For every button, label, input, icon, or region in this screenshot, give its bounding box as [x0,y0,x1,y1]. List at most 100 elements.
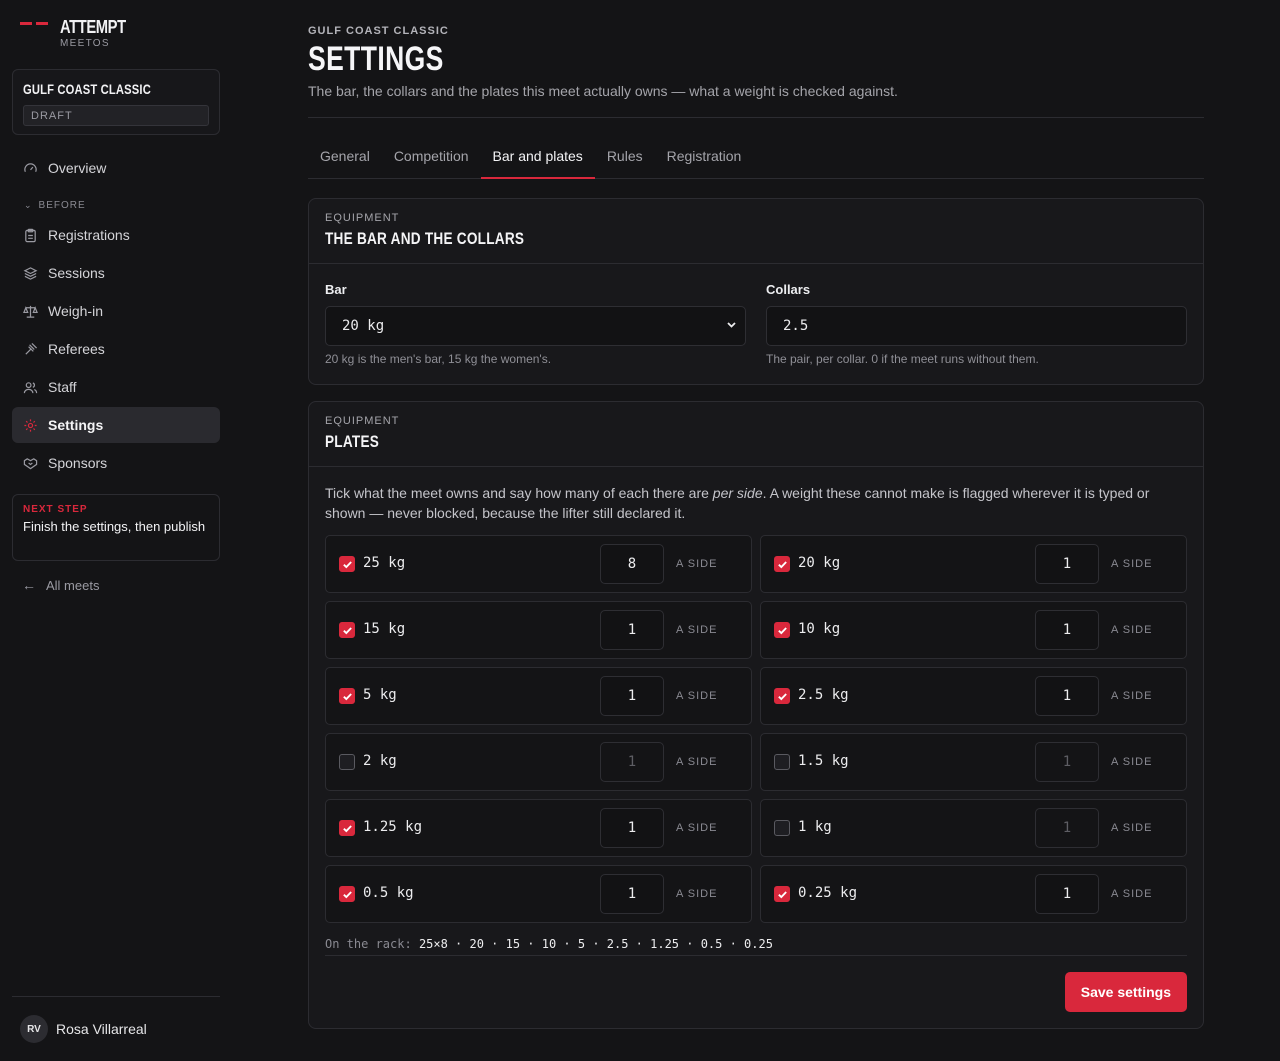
gear-icon [22,417,38,433]
per-side-label: A SIDE [1111,888,1153,900]
plate-checkbox[interactable] [774,820,790,836]
plates-intro: Tick what the meet owns and say how many… [325,483,1185,523]
plate-label: 10 kg [798,621,841,637]
divider [325,955,1187,956]
avatar: RV [20,1015,48,1043]
sidebar-item-label: Referees [48,341,105,357]
plate-quantity-input[interactable]: 1 [1035,808,1099,848]
plate-quantity-input[interactable]: 1 [1035,544,1099,584]
bar-collars-card: EQUIPMENT THE BAR AND THE COLLARS Bar 20… [308,198,1204,385]
brand-logo-mark [20,22,50,25]
plate-checkbox[interactable] [774,886,790,902]
plate-checkbox[interactable] [774,622,790,638]
collars-input[interactable]: 2.5 [766,306,1187,346]
plate-checkbox[interactable] [774,688,790,704]
intro-text: Tick what the meet owns and say how many… [325,485,713,501]
per-side-label: A SIDE [676,822,718,834]
plate-quantity-input[interactable]: 1 [600,742,664,782]
on-the-rack: On the rack: 25×8 · 20 · 15 · 10 · 5 · 2… [325,937,773,951]
plate-label: 1.5 kg [798,753,849,769]
plate-quantity-input[interactable]: 8 [600,544,664,584]
plate-quantity-input[interactable]: 1 [1035,610,1099,650]
gavel-icon [22,341,38,357]
arrow-left-icon: ← [22,577,36,593]
sidebar-item-sponsors[interactable]: Sponsors [12,445,220,481]
users-icon [22,379,38,395]
plate-checkbox[interactable] [339,688,355,704]
plate-label: 1 kg [798,819,832,835]
brand-name: ATTEMPT [60,17,126,37]
divider [12,996,220,997]
tab-registration[interactable]: Registration [655,138,754,178]
plate-label: 5 kg [363,687,397,703]
plate-row: 2 kg 1 A SIDE [325,733,752,791]
plate-checkbox[interactable] [339,886,355,902]
plate-quantity-input[interactable]: 1 [1035,742,1099,782]
settings-tabs: General Competition Bar and plates Rules… [308,138,1204,179]
per-side-label: A SIDE [1111,756,1153,768]
plate-label: 1.25 kg [363,819,423,835]
breadcrumb: GULF COAST CLASSIC [308,25,449,37]
per-side-label: A SIDE [1111,822,1153,834]
divider [308,117,1204,118]
card-title: PLATES [325,432,380,451]
tab-competition[interactable]: Competition [382,138,481,178]
plate-quantity-input[interactable]: 1 [1035,874,1099,914]
per-side-label: A SIDE [676,624,718,636]
plate-checkbox[interactable] [774,556,790,572]
page-title: SETTINGS [308,40,444,78]
plate-quantity-input[interactable]: 1 [600,808,664,848]
tab-rules[interactable]: Rules [595,138,655,178]
plate-quantity-input[interactable]: 1 [600,610,664,650]
card-title: THE BAR AND THE COLLARS [325,229,525,248]
per-side-label: A SIDE [676,888,718,900]
per-side-label: A SIDE [676,756,718,768]
sidebar-item-registrations[interactable]: Registrations [12,217,220,253]
plate-quantity-input[interactable]: 1 [600,676,664,716]
sidebar-item-staff[interactable]: Staff [12,369,220,405]
user-name: Rosa Villarreal [56,1021,147,1037]
plate-checkbox[interactable] [774,754,790,770]
sidebar: ATTEMPT MEETOS GULF COAST CLASSIC DRAFT … [0,0,232,1061]
save-settings-button[interactable]: Save settings [1064,972,1187,1012]
card-eyebrow: EQUIPMENT [325,415,400,427]
scale-icon [22,303,38,319]
nav-section-before[interactable]: ⌄ BEFORE [24,200,86,211]
plate-checkbox[interactable] [339,754,355,770]
plate-checkbox[interactable] [339,556,355,572]
intro-emphasis: per side [712,485,763,501]
sidebar-item-sessions[interactable]: Sessions [12,255,220,291]
plate-checkbox[interactable] [339,622,355,638]
bar-label: Bar [325,282,347,297]
plate-row: 1 kg 1 A SIDE [760,799,1187,857]
user-menu[interactable]: RV Rosa Villarreal [20,1015,147,1043]
collars-input-value: 2.5 [783,318,809,334]
bar-select[interactable]: 20 kg [325,306,746,346]
all-meets-link[interactable]: ← All meets [22,577,99,593]
chevron-down-icon [726,319,737,333]
sidebar-item-weigh-in[interactable]: Weigh-in [12,293,220,329]
plate-label: 0.5 kg [363,885,414,901]
plate-row: 20 kg 1 A SIDE [760,535,1187,593]
meet-name: GULF COAST CLASSIC [23,81,151,97]
plate-row: 10 kg 1 A SIDE [760,601,1187,659]
plate-row: 2.5 kg 1 A SIDE [760,667,1187,725]
plate-row: 1.25 kg 1 A SIDE [325,799,752,857]
plate-quantity-input[interactable]: 1 [600,874,664,914]
status-badge: DRAFT [23,105,209,126]
next-step-card[interactable]: NEXT STEP Finish the settings, then publ… [12,494,220,561]
tab-general[interactable]: General [308,138,382,178]
brand-subtitle: MEETOS [60,38,110,49]
sidebar-item-referees[interactable]: Referees [12,331,220,367]
sidebar-item-settings[interactable]: Settings [12,407,220,443]
plate-checkbox[interactable] [339,820,355,836]
plate-row: 25 kg 8 A SIDE [325,535,752,593]
plate-label: 15 kg [363,621,406,637]
meet-switcher[interactable]: GULF COAST CLASSIC DRAFT [12,69,220,135]
plate-quantity-input[interactable]: 1 [1035,676,1099,716]
rack-label: On the rack: [325,937,412,951]
sidebar-item-overview[interactable]: Overview [12,150,220,186]
tab-bar-and-plates[interactable]: Bar and plates [480,138,596,179]
layers-icon [22,265,38,281]
collars-label: Collars [766,282,811,297]
